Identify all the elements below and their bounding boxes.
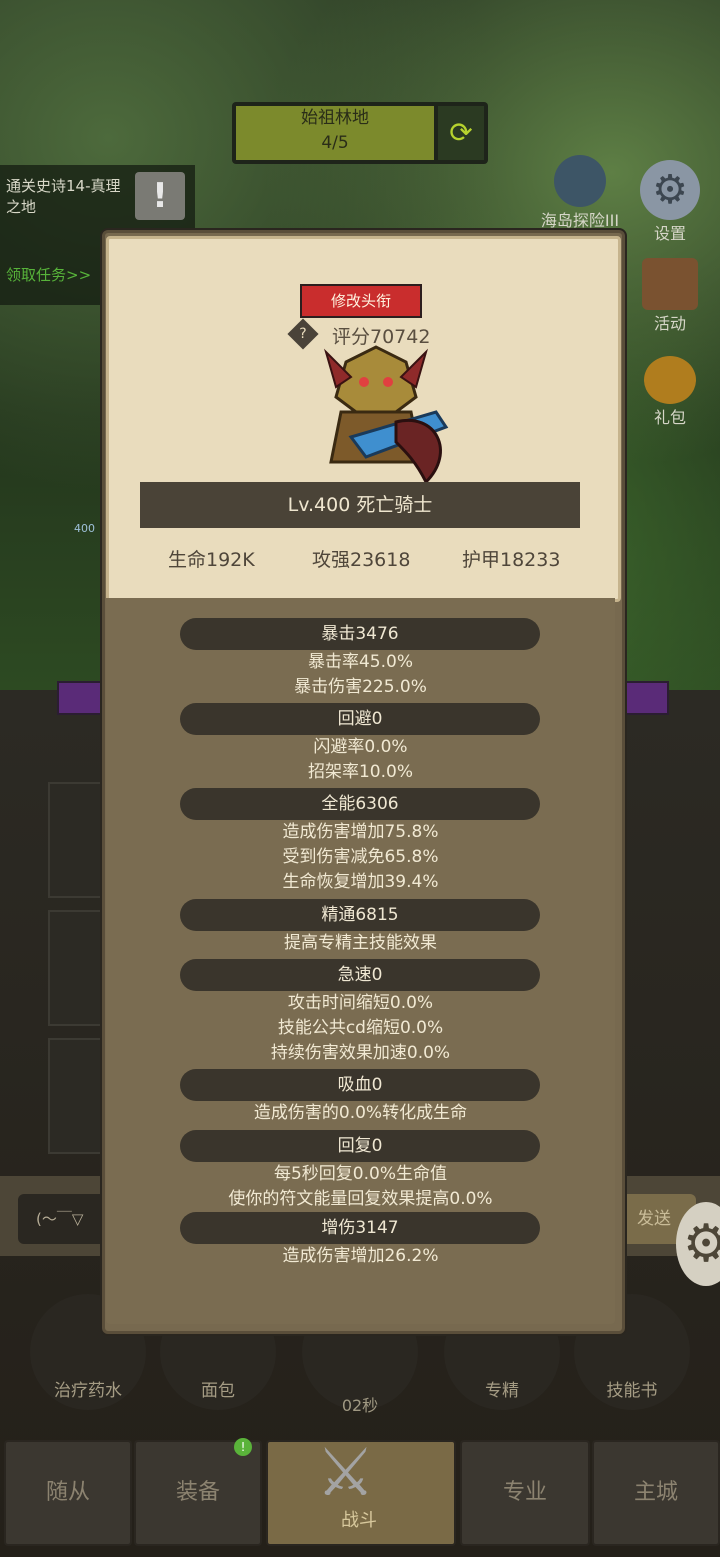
activity-button[interactable]: 活动 <box>636 258 704 334</box>
lifesteal-desc: 造成伤害的0.0%转化成生命 <box>253 1103 468 1123</box>
sea-adventure-button[interactable]: 海岛探险III <box>530 155 630 231</box>
change-title-button[interactable]: 修改头衔 <box>300 284 422 318</box>
crit-rate: 暴击率45.0% <box>307 652 413 672</box>
level-tag: 400 <box>74 522 95 535</box>
scroll-icon <box>642 258 698 310</box>
settings-button[interactable]: ⚙ 设置 <box>636 160 704 244</box>
damage-bonus-header: 增伤3147 <box>180 1212 540 1244</box>
activity-label: 活动 <box>653 314 686 333</box>
refresh-icon[interactable]: ⟳ <box>438 106 484 160</box>
gift-button[interactable]: 礼包 <box>636 356 704 428</box>
gift-label: 礼包 <box>653 408 686 427</box>
anchor-icon <box>554 155 606 207</box>
attack-time: 攻击时间缩短0.0% <box>287 993 434 1013</box>
character-name: Lv.400 死亡骑士 <box>140 482 580 528</box>
quest-link[interactable]: 领取任务>> <box>6 264 91 285</box>
alert-icon[interactable]: ! <box>135 172 185 220</box>
dot-speed: 持续伤害效果加速0.0% <box>270 1043 451 1063</box>
death-knight-portrait <box>323 345 449 485</box>
bread-label: 面包 <box>201 1381 235 1401</box>
sea-adventure-label: 海岛探险III <box>540 211 620 230</box>
damage-increase: 造成伤害增加75.8% <box>282 822 439 842</box>
tab-city[interactable]: 主城 <box>592 1440 720 1546</box>
stage-name-box[interactable]: 始祖林地 4/5 <box>236 106 434 160</box>
skillbook-label: 技能书 <box>606 1381 658 1401</box>
stage-progress: 4/5 <box>321 133 349 153</box>
healing-increase: 生命恢复增加39.4% <box>282 872 439 892</box>
special-label: 专精 <box>485 1381 519 1401</box>
lifesteal-header: 吸血0 <box>180 1069 540 1101</box>
haste-header: 急速0 <box>180 959 540 991</box>
versatility-header: 全能6306 <box>180 788 540 820</box>
dodge-header: 回避0 <box>180 703 540 735</box>
crit-damage: 暴击伤害225.0% <box>294 677 427 697</box>
gear-icon[interactable]: ⚙ <box>676 1202 720 1286</box>
stage-name: 始祖林地 <box>301 108 369 128</box>
tab-followers[interactable]: 随从 <box>4 1440 132 1546</box>
skill-slot[interactable] <box>48 782 104 898</box>
dodge-rate: 闪避率0.0% <box>313 737 408 757</box>
regen-header: 回复0 <box>180 1130 540 1162</box>
crit-header: 暴击3476 <box>180 618 540 650</box>
damage-taken-reduction: 受到伤害减免65.8% <box>282 847 439 867</box>
quest-text[interactable]: 通关史诗14-真理之地 <box>6 176 126 218</box>
notification-badge: ! <box>234 1438 252 1456</box>
chest-timer: 02秒 <box>341 1396 379 1415</box>
skill-slot[interactable] <box>48 1038 104 1154</box>
skill-slot[interactable] <box>48 910 104 1026</box>
damage-bonus-desc: 造成伤害增加26.2% <box>282 1246 439 1266</box>
gift-icon <box>644 356 696 404</box>
attack-value: 攻强23618 <box>312 549 411 571</box>
hp-value: 生命192K <box>168 549 255 571</box>
mastery-desc: 提高专精主技能效果 <box>284 933 437 953</box>
gear-icon: ⚙ <box>640 160 700 220</box>
global-cooldown: 技能公共cd缩短0.0% <box>277 1018 444 1038</box>
regen-rune: 使你的符文能量回复效果提高0.0% <box>228 1189 493 1209</box>
parry-rate: 招架率10.0% <box>307 762 413 782</box>
tab-profession[interactable]: 专业 <box>460 1440 590 1546</box>
mastery-header: 精通6815 <box>180 899 540 931</box>
regen-hp: 每5秒回复0.0%生命值 <box>273 1164 447 1184</box>
tab-battle-label: 战斗 <box>341 1510 377 1531</box>
crossed-swords-icon: ⚔ <box>316 1434 376 1511</box>
armor-value: 护甲18233 <box>462 549 561 571</box>
potion-label: 治疗药水 <box>54 1381 122 1401</box>
settings-label: 设置 <box>653 224 686 243</box>
